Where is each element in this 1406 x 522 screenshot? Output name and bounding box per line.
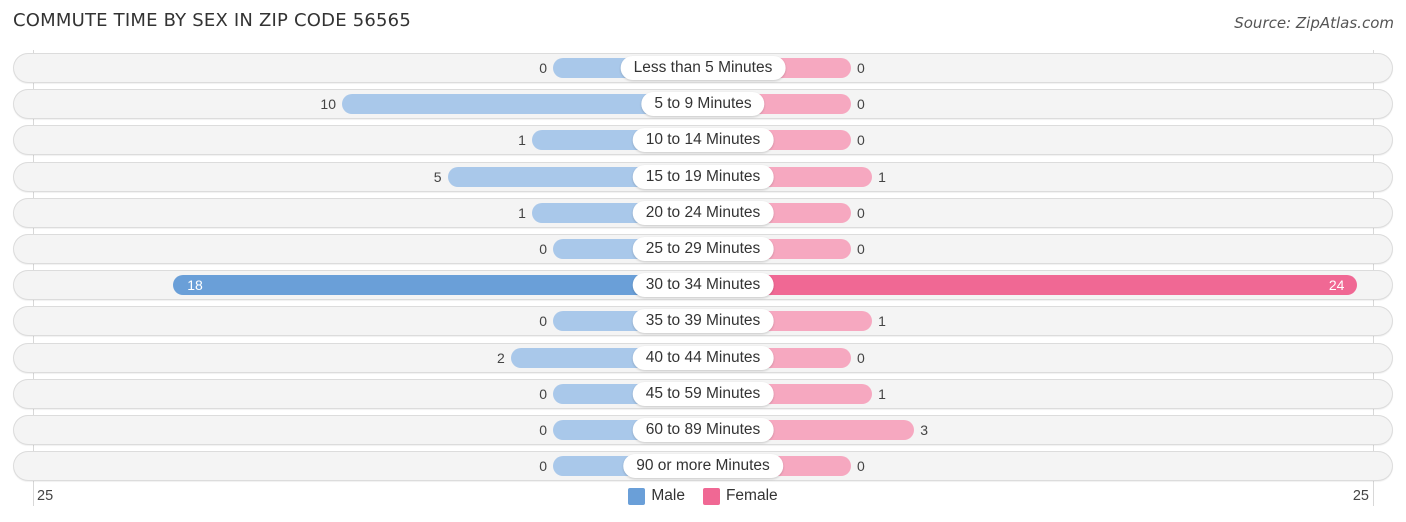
category-label: 25 to 29 Minutes	[632, 237, 774, 261]
category-label: 10 to 14 Minutes	[632, 128, 774, 153]
value-label-female: 1	[878, 313, 886, 330]
category-label: 5 to 9 Minutes	[641, 92, 765, 117]
value-label-male: 10	[320, 96, 336, 113]
value-label-female: 0	[857, 132, 865, 149]
value-label-male: 1	[518, 132, 526, 149]
value-label-female: 1	[878, 385, 886, 402]
legend-swatch-female	[702, 487, 720, 505]
value-label-female: 1	[878, 168, 886, 185]
category-label: 15 to 19 Minutes	[632, 164, 774, 189]
category-label: Less than 5 Minutes	[620, 56, 786, 80]
chart-title: COMMUTE TIME BY SEX IN ZIP CODE 56565	[13, 10, 411, 31]
value-label-male: 2	[497, 349, 505, 366]
source-label: Source: ZipAtlas.com	[1234, 14, 1394, 32]
category-label: 40 to 44 Minutes	[632, 345, 774, 370]
value-label-male: 0	[539, 422, 547, 438]
bar-male[interactable]	[173, 275, 703, 296]
category-label: 30 to 34 Minutes	[632, 273, 774, 298]
value-label-female: 0	[857, 349, 865, 366]
value-label-female: 0	[857, 96, 865, 113]
value-label-male: 18	[187, 277, 203, 294]
legend-item-female[interactable]: Female	[702, 487, 778, 505]
value-label-female: 0	[857, 241, 865, 257]
value-label-male: 0	[539, 458, 547, 475]
legend-label-male: Male	[651, 487, 685, 504]
value-label-male: 0	[539, 241, 547, 257]
value-label-female: 0	[857, 204, 865, 221]
value-label-male: 5	[433, 168, 442, 185]
value-label-female: 3	[920, 422, 929, 438]
value-label-female: 0	[857, 458, 865, 475]
value-label-female: 24	[1328, 277, 1345, 294]
category-label: 45 to 59 Minutes	[632, 381, 774, 406]
legend: Male Female	[0, 487, 1406, 505]
category-label: 35 to 39 Minutes	[632, 309, 774, 334]
legend-label-female: Female	[725, 487, 778, 504]
legend-item-male[interactable]: Male	[628, 487, 685, 505]
bar-female[interactable]	[703, 275, 1358, 296]
value-label-male: 1	[518, 204, 526, 221]
value-label-female: 0	[857, 60, 865, 76]
legend-swatch-male	[628, 487, 646, 505]
value-label-male: 0	[539, 60, 547, 76]
category-label: 90 or more Minutes	[623, 454, 783, 479]
value-label-male: 0	[539, 385, 547, 402]
category-label: 60 to 89 Minutes	[632, 418, 774, 442]
category-label: 20 to 24 Minutes	[632, 200, 774, 225]
value-label-male: 0	[539, 313, 547, 330]
